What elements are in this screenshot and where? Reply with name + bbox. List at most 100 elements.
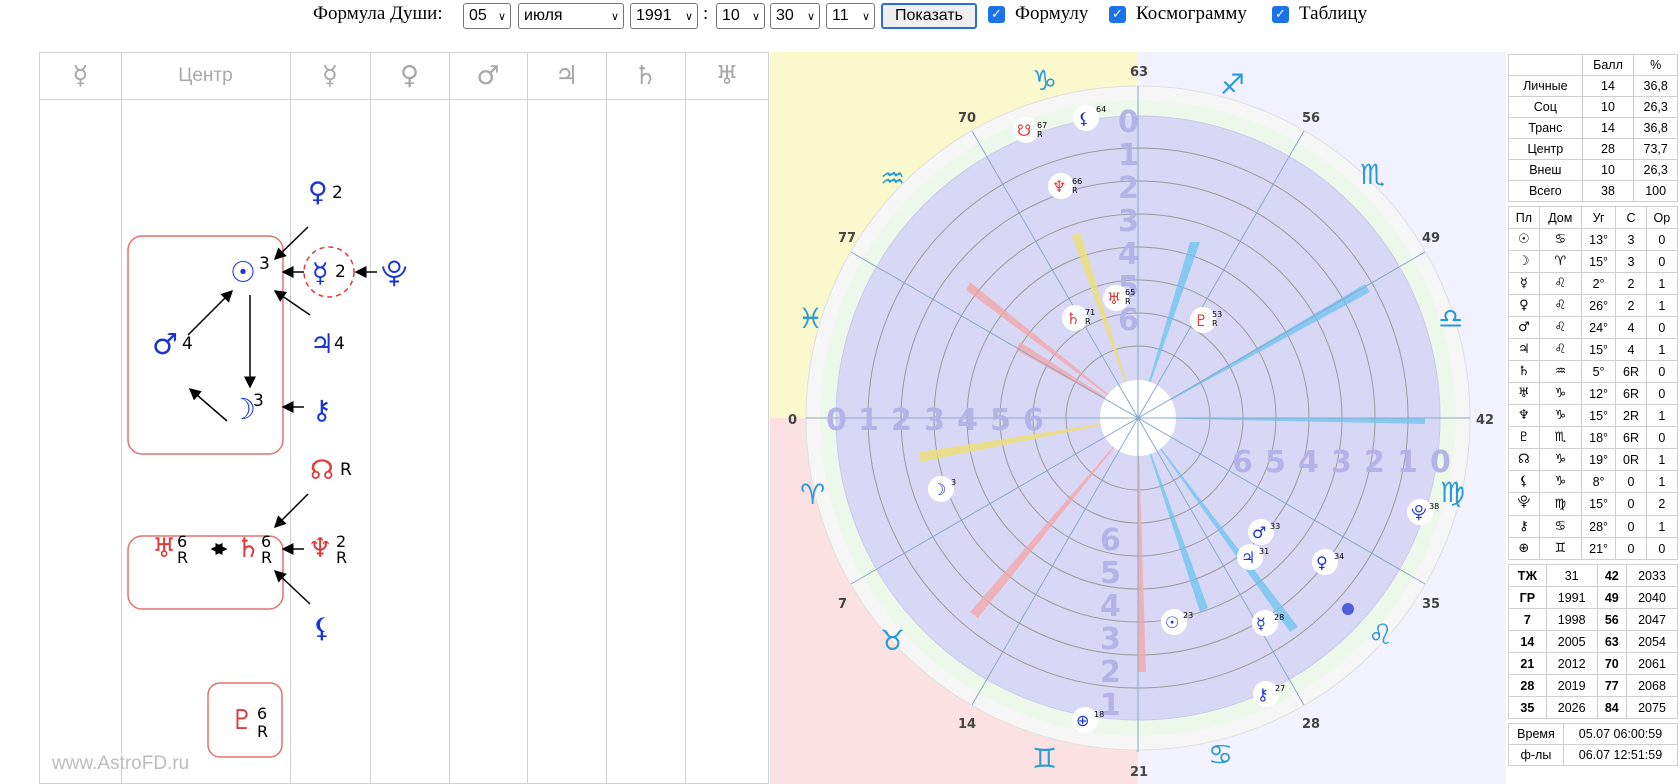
table-cell: Личные (1508, 75, 1583, 97)
planets-table: Пл Дом Уг С Ор ☉ ♋ 13° 3 0 ☽ ♈ 15° 3 0 ☿ ♌ 2° 2 1 ♀ ♌ 26° 2 1 ♂ ♌ 2… (1508, 206, 1679, 560)
svg-text:♇: ♇ (1194, 311, 1208, 330)
formula-checkbox[interactable]: ✓ (988, 6, 1005, 23)
svg-text:28: 28 (1274, 613, 1284, 622)
table-cell: 0 (1645, 426, 1679, 449)
svg-text:71: 71 (1085, 308, 1095, 317)
table-cell: 100 (1633, 180, 1678, 202)
table-cell: Ор (1645, 206, 1679, 229)
header-jupiter: ♃ (554, 61, 579, 91)
table-cell (1508, 54, 1583, 76)
header-venus: ♀ (399, 61, 420, 91)
year-select[interactable]: 1991 ∨ (630, 3, 698, 29)
table-checkbox[interactable]: ✓ (1272, 6, 1289, 23)
svg-text:♂: ♂ (1252, 523, 1266, 542)
svg-text:♄: ♄ (1066, 309, 1080, 328)
svg-text:☿: ☿ (1256, 614, 1266, 633)
table-row: ♆ ♑ 15° 2R 1 (1508, 404, 1679, 427)
table-cell: 2 (1615, 294, 1647, 317)
table-row: ф-лы 06.07 12:51:59 (1508, 744, 1679, 766)
svg-text:☉: ☉ (1165, 613, 1179, 632)
soul-formula-panel: ☿ Центр ☿ ♀ ♂ ♃ ♄ ♅ ♀ 2 ☉ 3 ☿ 2 ⯓ ♂ 4 ♃ … (39, 52, 769, 784)
degree-label: 77 (838, 231, 856, 246)
aries-icon: ♈ (800, 478, 825, 511)
svg-text:34: 34 (1334, 552, 1344, 561)
ring-label: 3 (924, 403, 945, 438)
toolbar: Формула Души: 05 ∨ июля ∨ 1991 ∨ : 10 ∨ 30 ∨ … (0, 0, 1680, 34)
ring-label: 1 (1397, 445, 1418, 480)
second-select[interactable]: 11 ∨ (826, 3, 875, 29)
pluto-retro: R (257, 722, 268, 741)
header-center: Центр (178, 65, 233, 86)
table-cell: 49 (1596, 586, 1628, 609)
ring-label: 2 (1118, 171, 1139, 206)
table-cell: ♋ (1538, 515, 1582, 538)
table-cell: ♑ (1538, 382, 1582, 405)
capricorn-icon: ♑ (1032, 64, 1057, 97)
svg-text:65: 65 (1125, 288, 1135, 297)
hour-select[interactable]: 10 ∨ (716, 3, 765, 29)
svg-text:18: 18 (1094, 710, 1104, 719)
table-cell: Дом (1538, 206, 1582, 229)
table-cell: 28 (1508, 674, 1547, 697)
table-checkbox-label[interactable]: Таблицу (1299, 3, 1367, 25)
table-cell: ♆ (1508, 404, 1540, 427)
table-cell: ♈ (1538, 250, 1582, 273)
table-cell: ♇ (1508, 426, 1540, 449)
table-cell: 0 (1645, 382, 1679, 405)
mercury-count: 2 (335, 262, 346, 282)
table-row: Центр 28 73,7 (1508, 138, 1678, 160)
aquarius-icon: ♒ (880, 162, 905, 195)
venus-glyph: ♀ (308, 177, 328, 208)
table-cell: ГР (1508, 586, 1547, 609)
table-cell: ♃ (1508, 338, 1540, 361)
table-cell: ⊕ (1508, 537, 1540, 560)
table-row: ☊ ♑ 19° 0R 1 (1508, 448, 1679, 471)
header-mercury: ☿ (322, 61, 338, 91)
degree-label: 70 (958, 111, 976, 126)
table-cell: Уг (1580, 206, 1617, 229)
table-row: 14 2005 63 2054 (1508, 630, 1678, 653)
formula-checkbox-label[interactable]: Формулу (1015, 3, 1088, 25)
table-row: ⊕ ♊ 21° 0 0 (1508, 537, 1679, 560)
svg-text:♀: ♀ (1316, 553, 1328, 572)
ring-label: 4 (957, 403, 978, 438)
table-row: ☿ ♌ 2° 2 1 (1508, 272, 1679, 295)
table-cell: 1 (1645, 470, 1679, 493)
neptune-glyph: ♆ (308, 533, 332, 564)
cosmogram-checkbox[interactable]: ✓ (1109, 6, 1126, 23)
table-cell: Всего (1508, 180, 1583, 202)
svg-text:67: 67 (1037, 121, 1047, 130)
table-cell: 19° (1580, 448, 1617, 471)
cosmogram-checkbox-label[interactable]: Космограмму (1136, 3, 1247, 25)
day-select[interactable]: 05 ∨ (463, 3, 511, 29)
ring-label: 6 (1100, 523, 1121, 558)
table-row: ♃ ♌ 15° 4 1 (1508, 338, 1679, 361)
table-cell: ♅ (1508, 382, 1540, 405)
table-row: ⚸ ♑ 8° 0 1 (1508, 470, 1679, 493)
formula-diagram: ♀ 2 ☉ 3 ☿ 2 ⯓ ♂ 4 ♃ 4 ☽ 3 ⚷ ☊ R ♅ 6 R ♄ … (127, 177, 407, 758)
ring-label: 2 (891, 403, 912, 438)
show-button[interactable]: Показать (881, 3, 977, 29)
table-cell: ♀ (1508, 294, 1540, 317)
table-cell: ☊ (1508, 448, 1540, 471)
table-cell: 1 (1645, 515, 1679, 538)
table-cell: 63 (1596, 630, 1628, 653)
venus-count: 2 (332, 183, 343, 203)
month-select[interactable]: июля ∨ (518, 3, 624, 29)
pluto-count: 6 (257, 704, 267, 723)
table-cell: 21 (1508, 652, 1547, 675)
header-uranus: ♅ (715, 61, 739, 91)
degree-label: 0 (788, 413, 797, 428)
table-row: ♄ ♒ 5° 6R 0 (1508, 360, 1679, 383)
minute-select[interactable]: 30 ∨ (770, 3, 820, 29)
table-cell: 0 (1645, 250, 1679, 273)
table-row: Пл Дом Уг С Ор (1508, 206, 1679, 229)
table-cell: 10 (1581, 159, 1635, 181)
degree-label: 63 (1130, 65, 1148, 80)
table-row: 21 2012 70 2061 (1508, 652, 1678, 675)
table-cell: С (1615, 206, 1647, 229)
table-cell: 42 (1596, 564, 1628, 587)
table-row: Личные 14 36,8 (1508, 75, 1678, 97)
table-cell: 5° (1580, 360, 1617, 383)
table-cell: 2040 (1626, 586, 1678, 609)
